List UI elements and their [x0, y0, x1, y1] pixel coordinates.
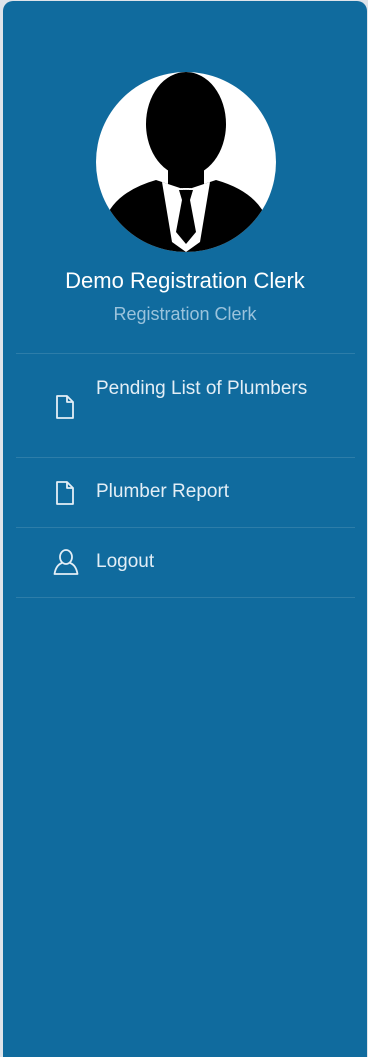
user-icon	[52, 548, 79, 576]
menu-item-plumber-report[interactable]: Plumber Report	[16, 458, 355, 528]
avatar-silhouette-icon	[104, 72, 268, 252]
menu-item-pending-list-of-plumbers[interactable]: Pending List of Plumbers	[16, 354, 355, 458]
menu-item-label: Pending List of Plumbers	[96, 378, 308, 399]
sidebar: Demo Registration Clerk Registration Cle…	[3, 1, 367, 1057]
user-name: Demo Registration Clerk	[65, 268, 305, 293]
file-icon	[54, 480, 80, 508]
user-role: Registration Clerk	[113, 304, 257, 324]
menu-item-logout[interactable]: Logout	[16, 528, 355, 598]
menu-divider	[16, 597, 355, 598]
menu-item-label: Logout	[96, 551, 155, 572]
file-icon	[54, 394, 80, 422]
avatar	[96, 72, 276, 252]
menu-item-label: Plumber Report	[96, 481, 230, 502]
